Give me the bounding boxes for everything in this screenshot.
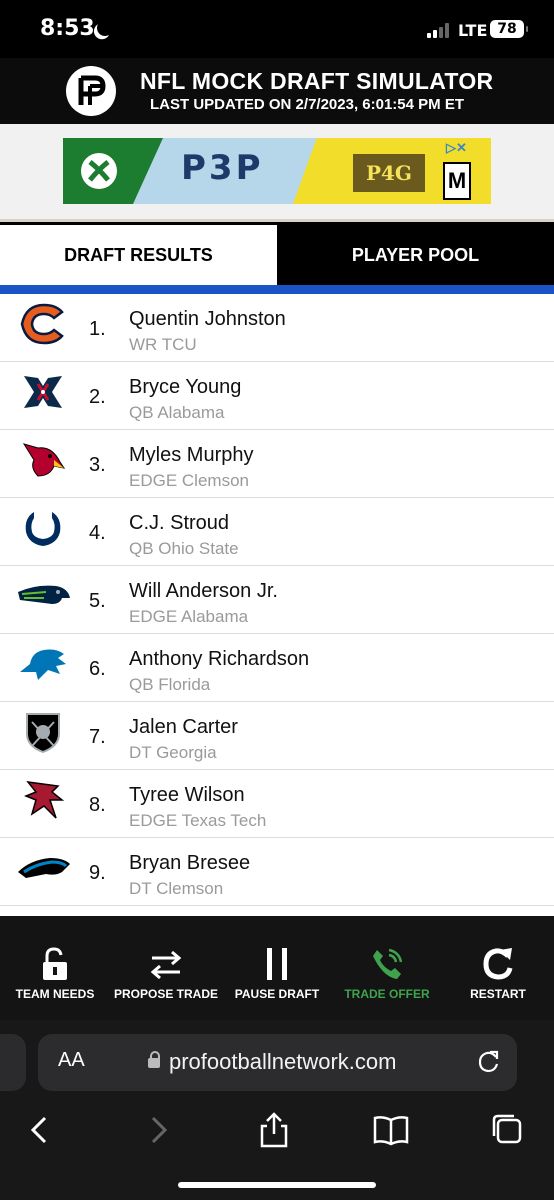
tab-draft-results[interactable]: DRAFT RESULTS [0,225,277,285]
back-icon[interactable] [18,1108,62,1152]
pick-row[interactable]: 2. Bryce Young QB Alabama [0,362,554,430]
pick-number: 4. [89,522,106,544]
home-indicator[interactable] [178,1182,376,1188]
ad-choices-icon[interactable]: ▷✕ [446,140,467,156]
tab-player-pool[interactable]: PLAYER POOL [277,225,554,285]
pick-number: 9. [89,862,106,884]
pick-number: 2. [89,386,106,408]
app-header: NFL MOCK DRAFT SIMULATOR LAST UPDATED ON… [0,58,554,124]
pick-row[interactable]: 6. Anthony Richardson QB Florida [0,634,554,702]
restart-icon [483,948,513,980]
phone-ringing-icon [373,948,403,979]
panthers-logo-icon [18,858,70,878]
pick-number: 6. [89,658,106,680]
raiders-logo-icon [26,713,60,754]
previous-tab-edge[interactable] [0,1034,26,1091]
tab-bar: DRAFT RESULTS PLAYER POOL [0,225,554,285]
pick-number: 5. [89,590,106,612]
lock-icon [148,1051,160,1068]
pick-row[interactable]: 5. Will Anderson Jr. EDGE Alabama [0,566,554,634]
player-name: Bryce Young [129,376,242,398]
ad-p3p-logo: P3P [181,148,264,188]
pick-number: 1. [89,318,106,340]
draft-results-list[interactable]: 1. Quentin Johnston WR TCU 2. Bryce Youn… [0,294,554,916]
page-title: NFL MOCK DRAFT SIMULATOR [140,68,494,94]
ad-p4g-logo: P4G [353,154,425,192]
cardinals-logo-icon [22,443,66,477]
pick-number: 7. [89,726,106,748]
bears-logo-icon [20,303,64,345]
restart-button[interactable]: RESTART [442,916,554,1020]
pfn-logo-icon[interactable] [66,66,116,116]
player-name: Will Anderson Jr. [129,580,278,602]
ad-area: P3P P4G M ▷✕ [0,124,554,222]
browser-toolbar: AA profootballnetwork.com [0,1020,554,1200]
cellular-signal-icon [427,23,451,38]
status-bar: 8:53 LTE 78 [0,0,554,58]
texans-logo-icon [24,376,62,408]
player-name: Anthony Richardson [129,648,310,670]
battery-icon: 78 [490,20,528,38]
pause-icon [267,948,287,980]
player-position-school: EDGE Clemson [129,471,249,490]
reload-icon[interactable] [476,1049,502,1075]
player-name: C.J. Stroud [129,512,230,534]
tabs-icon[interactable] [486,1108,530,1152]
status-time: 8:53 [40,16,95,41]
esrb-rating-badge: M [443,162,471,200]
url-text[interactable]: profootballnetwork.com [169,1049,396,1075]
player-name: Myles Murphy [129,444,254,466]
address-bar[interactable]: AA profootballnetwork.com [38,1034,517,1091]
player-position-school: WR TCU [129,335,197,354]
lions-logo-icon [20,649,66,680]
do-not-disturb-moon-icon [95,18,116,39]
network-type: LTE [458,21,488,40]
pause-draft-label: PAUSE DRAFT [234,987,320,1001]
draft-action-bar: TEAM NEEDS PROPOSE TRADE PAUSE DRAFT TRA… [0,916,554,1020]
propose-trade-label: PROPOSE TRADE [113,987,218,1001]
restart-label: RESTART [470,987,526,1001]
pick-row[interactable]: 1. Quentin Johnston WR TCU [0,294,554,362]
share-icon[interactable] [252,1108,296,1152]
tab-active-indicator [0,285,554,294]
pick-row[interactable]: 8. Tyree Wilson EDGE Texas Tech [0,770,554,838]
pick-row[interactable]: 9. Bryan Bresee DT Clemson [0,838,554,906]
player-name: Quentin Johnston [129,308,286,330]
player-name: Bryan Bresee [129,852,251,874]
unlock-icon [43,947,67,980]
trade-offer-button[interactable]: TRADE OFFER [332,916,442,1020]
trade-offer-label: TRADE OFFER [344,987,430,1001]
player-position-school: EDGE Texas Tech [129,811,267,830]
pick-number: 3. [89,454,106,476]
falcons-logo-icon [23,781,65,819]
colts-logo-icon [25,512,61,546]
pick-row[interactable]: 4. C.J. Stroud QB Ohio State [0,498,554,566]
pause-draft-button[interactable]: PAUSE DRAFT [222,916,332,1020]
propose-trade-button[interactable]: PROPOSE TRADE [110,916,222,1020]
player-name: Tyree Wilson [129,784,245,806]
player-position-school: EDGE Alabama [129,607,249,626]
player-position-school: DT Clemson [129,879,224,898]
forward-icon[interactable] [136,1108,180,1152]
player-position-school: QB Ohio State [129,539,239,558]
pick-row[interactable]: 3. Myles Murphy EDGE Clemson [0,430,554,498]
xbox-logo-icon [81,153,117,189]
player-position-school: QB Alabama [129,403,225,422]
seahawks-logo-icon [18,585,70,604]
ad-banner[interactable]: P3P P4G M ▷✕ [63,138,491,204]
team-needs-label: TEAM NEEDS [15,987,95,1001]
swap-arrows-icon [150,950,182,980]
text-size-button[interactable]: AA [58,1049,85,1072]
player-position-school: QB Florida [129,675,211,694]
team-needs-button[interactable]: TEAM NEEDS [0,916,110,1020]
pick-row[interactable]: 7. Jalen Carter DT Georgia [0,702,554,770]
pick-number: 8. [89,794,106,816]
last-updated-text: LAST UPDATED ON 2/7/2023, 6:01:54 PM ET [150,96,464,113]
player-name: Jalen Carter [129,716,238,738]
player-position-school: DT Georgia [129,743,217,762]
bookmarks-icon[interactable] [369,1108,413,1152]
